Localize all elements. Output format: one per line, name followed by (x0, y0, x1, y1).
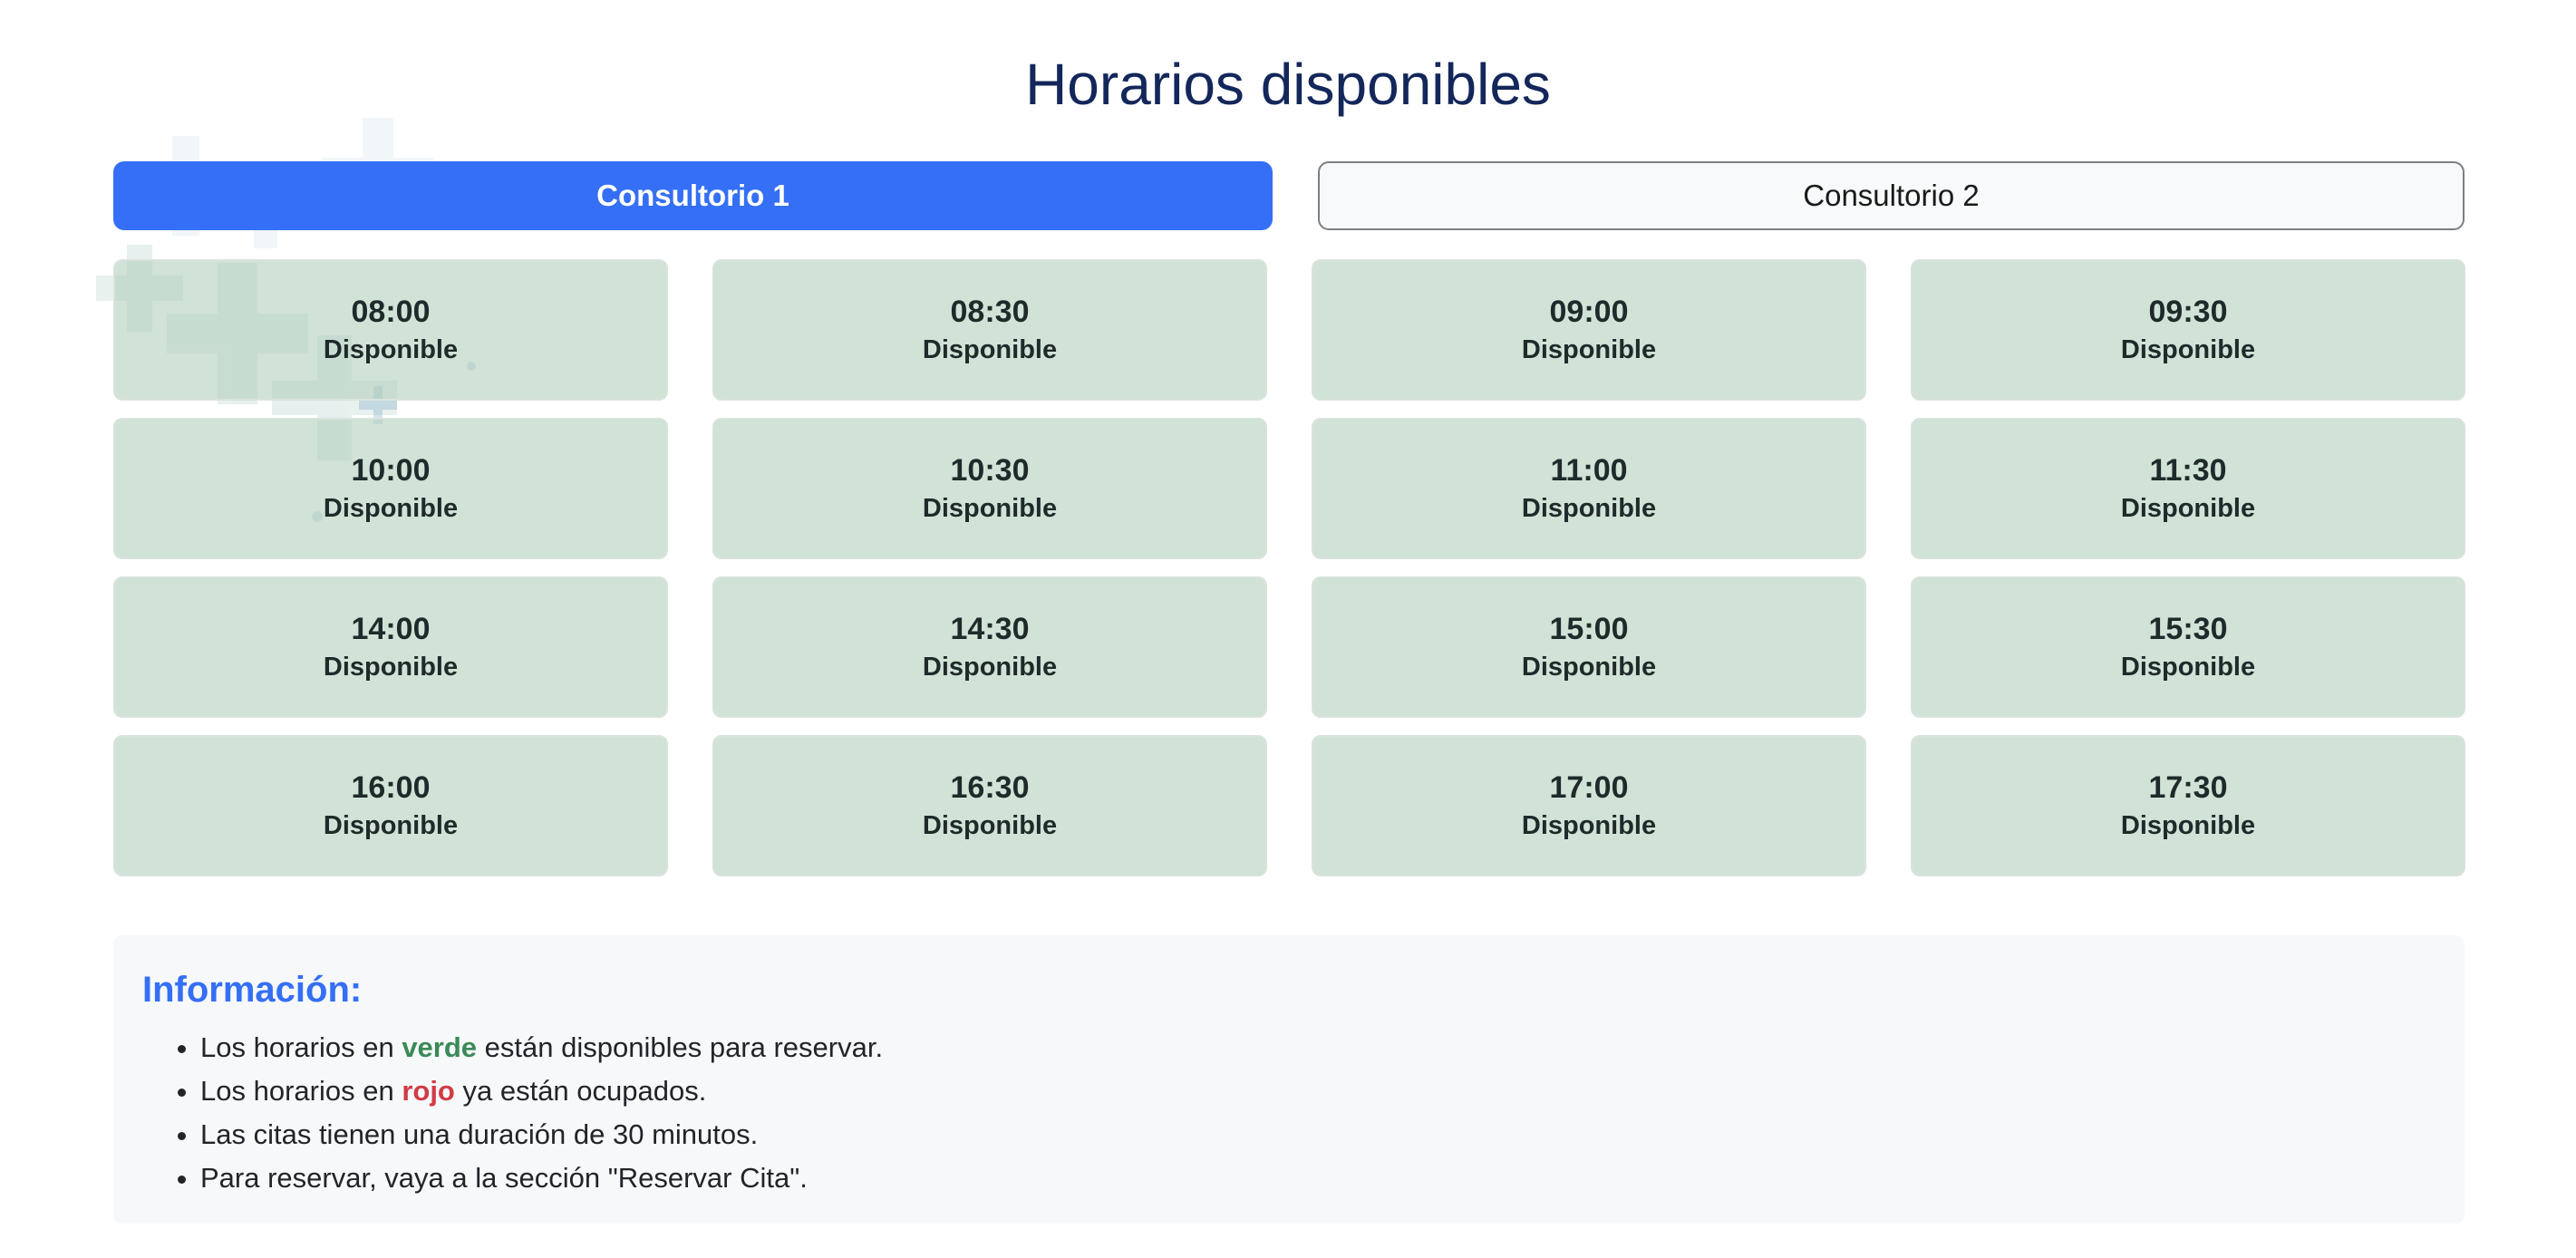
time-slot[interactable]: 11:30 Disponible (1911, 418, 2465, 559)
slot-status: Disponible (922, 653, 1058, 682)
slot-time: 16:00 (351, 770, 431, 805)
slot-time: 14:00 (351, 612, 431, 646)
slot-status: Disponible (2120, 653, 2256, 682)
slot-time: 11:30 (2149, 453, 2227, 488)
info-item: Los horarios en verde están disponibles … (200, 1026, 2436, 1069)
slot-time: 16:30 (950, 770, 1030, 805)
slot-status: Disponible (1521, 335, 1657, 364)
slot-time: 08:30 (950, 295, 1030, 329)
time-slot-grid: 08:00 Disponible 08:30 Disponible 09:00 … (113, 259, 2465, 876)
slot-time: 15:00 (1549, 612, 1629, 646)
time-slot[interactable]: 08:00 Disponible (113, 259, 668, 401)
page-title: Horarios disponibles (1025, 52, 1551, 117)
slot-status: Disponible (922, 335, 1058, 364)
info-highlight-rojo: rojo (402, 1075, 455, 1107)
info-list: Los horarios en verde están disponibles … (142, 1026, 2436, 1200)
slot-time: 15:30 (2148, 612, 2228, 646)
slot-status: Disponible (922, 494, 1058, 523)
slot-time: 10:30 (950, 453, 1030, 488)
slot-time: 17:30 (2148, 770, 2228, 805)
slot-time: 10:00 (351, 453, 431, 488)
time-slot[interactable]: 11:00 Disponible (1312, 418, 1866, 559)
info-highlight-verde: verde (402, 1031, 478, 1063)
time-slot[interactable]: 14:30 Disponible (712, 576, 1267, 718)
time-slot[interactable]: 16:00 Disponible (113, 735, 668, 876)
slot-time: 14:30 (950, 612, 1030, 646)
info-item-text: Los horarios en (200, 1031, 402, 1063)
info-item-text: ya están ocupados. (454, 1075, 707, 1107)
time-slot[interactable]: 10:30 Disponible (712, 418, 1267, 559)
slot-time: 09:00 (1549, 295, 1629, 329)
tab-consultorio-1[interactable]: Consultorio 1 (113, 161, 1273, 230)
slot-status: Disponible (323, 811, 459, 840)
time-slot[interactable]: 10:00 Disponible (113, 418, 668, 559)
tab-consultorio-2[interactable]: Consultorio 2 (1318, 161, 2465, 230)
time-slot[interactable]: 15:00 Disponible (1312, 576, 1866, 718)
time-slot[interactable]: 09:00 Disponible (1312, 259, 1866, 401)
info-item: Para reservar, vaya a la sección "Reserv… (200, 1156, 2436, 1200)
info-item-text: están disponibles para reservar. (477, 1031, 884, 1063)
slot-status: Disponible (2120, 335, 2256, 364)
time-slot[interactable]: 17:30 Disponible (1911, 735, 2465, 876)
slot-time: 08:00 (351, 295, 431, 329)
info-title: Información: (142, 970, 363, 1010)
slot-time: 11:00 (1550, 453, 1628, 488)
time-slot[interactable]: 08:30 Disponible (712, 259, 1267, 401)
slot-status: Disponible (2120, 811, 2256, 840)
info-item: Los horarios en rojo ya están ocupados. (200, 1069, 2436, 1113)
slot-status: Disponible (323, 335, 459, 364)
info-item-text: Los horarios en (200, 1075, 402, 1107)
slot-status: Disponible (1521, 494, 1657, 523)
time-slot[interactable]: 09:30 Disponible (1911, 259, 2465, 401)
info-item: Las citas tienen una duración de 30 minu… (200, 1113, 2436, 1156)
time-slot[interactable]: 15:30 Disponible (1911, 576, 2465, 718)
slot-status: Disponible (323, 494, 459, 523)
slot-status: Disponible (323, 653, 459, 682)
slot-status: Disponible (1521, 811, 1657, 840)
slot-time: 17:00 (1549, 770, 1629, 805)
slot-time: 09:30 (2148, 295, 2228, 329)
time-slot[interactable]: 14:00 Disponible (113, 576, 668, 718)
page: Horarios disponibles Consultorio 1 Consu… (0, 0, 2576, 1258)
time-slot[interactable]: 16:30 Disponible (712, 735, 1267, 876)
slot-status: Disponible (2120, 494, 2256, 523)
slot-status: Disponible (1521, 653, 1657, 682)
info-panel: Información: Los horarios en verde están… (113, 935, 2465, 1224)
time-slot[interactable]: 17:00 Disponible (1312, 735, 1866, 876)
slot-status: Disponible (922, 811, 1058, 840)
